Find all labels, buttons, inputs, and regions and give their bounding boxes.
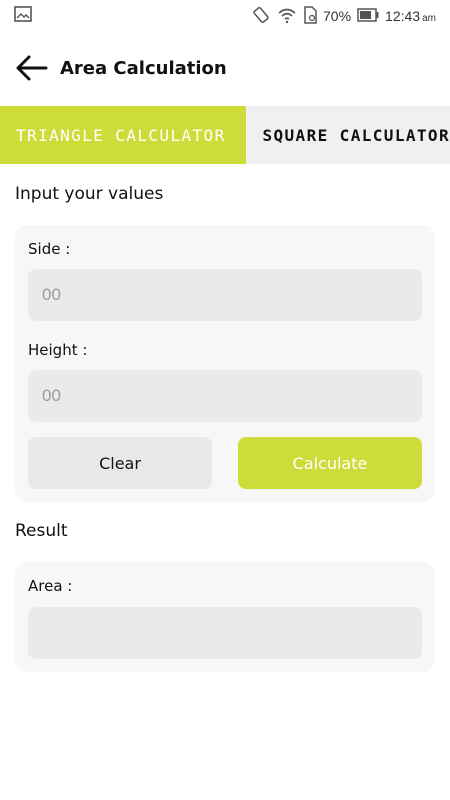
arrow-left-icon: [16, 55, 48, 81]
status-right: 70% 12:43 am: [251, 5, 436, 28]
sim-card-icon: [303, 5, 317, 27]
tab-square-calculator[interactable]: SQUARE CALCULATOR: [246, 106, 450, 164]
area-result-field: [28, 607, 422, 659]
clear-button[interactable]: Clear: [28, 437, 212, 489]
gallery-icon: [14, 6, 32, 26]
page-title: Area Calculation: [60, 57, 227, 79]
battery-icon: [357, 7, 379, 25]
rotate-icon: [251, 5, 271, 28]
calculate-button[interactable]: Calculate: [238, 437, 422, 489]
result-card: Area :: [15, 562, 435, 672]
tab-bar: TRIANGLE CALCULATOR SQUARE CALCULATOR: [0, 106, 450, 164]
area-label: Area :: [28, 577, 73, 595]
tab-triangle-calculator[interactable]: TRIANGLE CALCULATOR: [0, 106, 247, 164]
result-section-title: Result: [15, 521, 68, 541]
side-input[interactable]: [28, 269, 422, 321]
clock-ampm: am: [422, 13, 436, 24]
app-bar: Area Calculation: [0, 40, 450, 96]
side-label: Side :: [28, 240, 71, 258]
wifi-icon: [277, 6, 297, 27]
clock-time: 12:43: [385, 8, 421, 24]
height-label: Height :: [28, 341, 88, 359]
input-section-title: Input your values: [15, 184, 164, 204]
status-time: 12:43 am: [385, 8, 436, 24]
back-button[interactable]: [14, 50, 50, 86]
input-card: Side : Height : Clear Calculate: [15, 225, 435, 502]
height-input[interactable]: [28, 370, 422, 422]
status-left: [14, 6, 32, 26]
battery-percent: 70%: [323, 8, 352, 24]
status-bar: 70% 12:43 am: [0, 0, 450, 32]
